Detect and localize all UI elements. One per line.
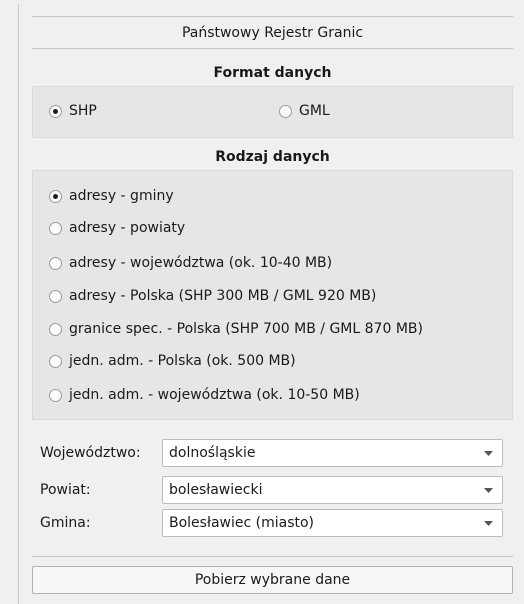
data-type-label: adresy - gminy — [69, 188, 174, 204]
commune-value: Bolesławiec (miasto) — [169, 515, 315, 531]
data-type-label: jedn. adm. - Polska (ok. 500 MB) — [69, 353, 296, 369]
radio-unchecked-icon — [49, 221, 62, 235]
voivodeship-label: Województwo: — [40, 445, 141, 461]
county-label: Powiat: — [40, 482, 91, 498]
data-type-option-4[interactable]: granice spec. - Polska (SHP 700 MB / GML… — [49, 318, 423, 340]
data-type-option-0[interactable]: adresy - gminy — [49, 185, 174, 207]
radio-unchecked-icon — [279, 104, 292, 118]
data-type-label: adresy - Polska (SHP 300 MB / GML 920 MB… — [69, 288, 377, 304]
voivodeship-select[interactable]: dolnośląskie — [162, 439, 503, 467]
commune-select[interactable]: Bolesławiec (miasto) — [162, 509, 503, 537]
format-group — [32, 86, 513, 138]
commune-label: Gmina: — [40, 515, 91, 531]
county-value: bolesławiecki — [169, 482, 263, 498]
data-type-label: adresy - województwa (ok. 10-40 MB) — [69, 255, 333, 271]
data-type-heading: Rodzaj danych — [215, 149, 330, 165]
chevron-down-icon — [474, 440, 502, 466]
data-type-label: adresy - powiaty — [69, 220, 186, 236]
data-type-option-2[interactable]: adresy - województwa (ok. 10-40 MB) — [49, 252, 332, 274]
format-shp-label: SHP — [69, 103, 97, 119]
radio-unchecked-icon — [49, 388, 62, 402]
data-type-option-1[interactable]: adresy - powiaty — [49, 217, 185, 239]
format-gml-radio[interactable]: GML — [279, 100, 330, 122]
radio-unchecked-icon — [49, 289, 62, 303]
data-type-label: jedn. adm. - województwa (ok. 10-50 MB) — [69, 387, 360, 403]
radio-unchecked-icon — [49, 354, 62, 368]
radio-unchecked-icon — [49, 256, 62, 270]
format-shp-radio[interactable]: SHP — [49, 100, 97, 122]
top-divider — [32, 16, 513, 17]
panel-title: Państwowy Rejestr Granic — [181, 25, 364, 41]
data-type-label: granice spec. - Polska (SHP 700 MB / GML… — [69, 321, 423, 337]
radio-checked-icon — [49, 189, 62, 203]
data-type-option-6[interactable]: jedn. adm. - województwa (ok. 10-50 MB) — [49, 384, 360, 406]
chevron-down-icon — [474, 477, 502, 503]
data-type-option-5[interactable]: jedn. adm. - Polska (ok. 500 MB) — [49, 350, 296, 372]
voivodeship-value: dolnośląskie — [169, 445, 256, 461]
format-heading: Format danych — [213, 65, 332, 81]
title-divider — [32, 48, 513, 49]
download-button[interactable]: Pobierz wybrane dane — [32, 566, 513, 594]
format-gml-label: GML — [299, 103, 330, 119]
bottom-divider — [32, 556, 513, 557]
chevron-down-icon — [474, 510, 502, 536]
radio-checked-icon — [49, 104, 62, 118]
county-select[interactable]: bolesławiecki — [162, 476, 503, 504]
radio-unchecked-icon — [49, 322, 62, 336]
data-type-option-3[interactable]: adresy - Polska (SHP 300 MB / GML 920 MB… — [49, 285, 376, 307]
